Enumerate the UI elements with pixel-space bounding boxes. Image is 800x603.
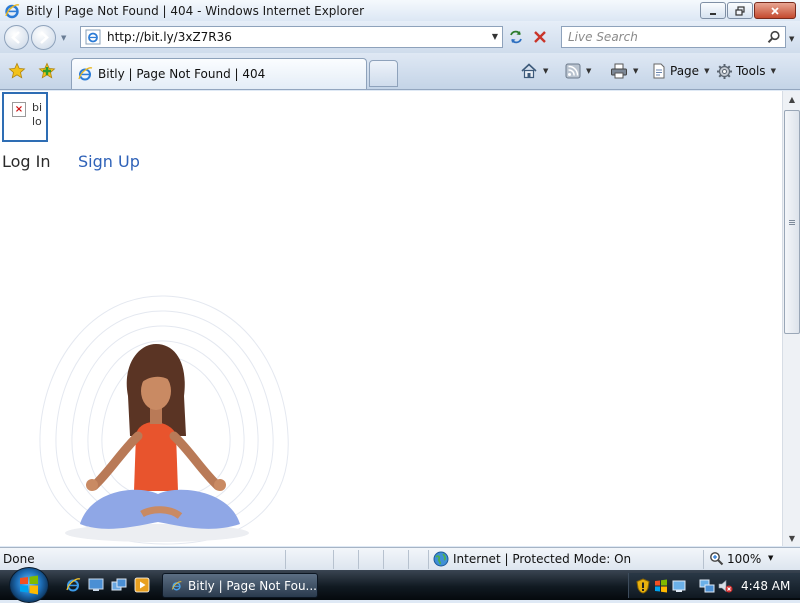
print-button[interactable]: ▼ [610, 62, 638, 80]
broken-image-icon: × [12, 102, 26, 117]
restore-button[interactable] [727, 2, 753, 19]
tools-menu-button[interactable]: Tools ▼ [716, 62, 776, 80]
restore-icon [735, 5, 745, 16]
url-text[interactable]: http://bit.ly/3xZ7R36 [107, 30, 232, 44]
show-desktop-icon[interactable] [88, 577, 104, 593]
zoom-control[interactable]: 100% [709, 551, 761, 566]
tab-command-row: Bitly | Page Not Found | 404 ▼ ▼ ▼ Page [0, 53, 800, 90]
print-icon [611, 63, 627, 79]
back-button[interactable] [4, 25, 29, 50]
ie-quicklaunch-icon[interactable] [65, 577, 81, 593]
stop-button[interactable] [530, 28, 550, 46]
zoom-magnifier-icon [710, 552, 724, 566]
refresh-button[interactable] [506, 28, 526, 46]
forward-arrow-icon [40, 31, 49, 44]
zoom-level: 100% [727, 551, 762, 566]
zoom-dropdown-icon[interactable]: ▼ [768, 554, 773, 562]
scroll-thumb[interactable] [784, 110, 800, 334]
taskbar-window-label: Bitly | Page Not Fou... [188, 578, 317, 593]
search-input[interactable]: Live Search [568, 30, 767, 44]
meditation-illustration [39, 295, 289, 545]
stop-icon [534, 31, 546, 43]
page-dropdown-icon[interactable]: ▼ [704, 67, 709, 75]
home-dropdown-icon[interactable]: ▼ [543, 67, 548, 75]
taskbar: Bitly | Page Not Fou... 4:48 AM [0, 567, 800, 603]
add-favorites-icon[interactable] [38, 62, 56, 80]
status-divider [703, 550, 704, 569]
feeds-dropdown-icon[interactable]: ▼ [586, 67, 591, 75]
new-tab-button[interactable] [369, 60, 398, 87]
signup-link[interactable]: Sign Up [78, 152, 140, 171]
minimize-icon [710, 12, 716, 15]
search-icon[interactable] [767, 30, 781, 44]
home-button[interactable]: ▼ [520, 62, 548, 80]
tab-label: Bitly | Page Not Found | 404 [98, 67, 266, 81]
feeds-icon [565, 63, 581, 79]
search-box[interactable]: Live Search [561, 26, 786, 48]
network-icon[interactable] [699, 578, 715, 594]
close-button[interactable] [754, 2, 796, 19]
tools-menu-label: Tools [736, 64, 766, 78]
tools-gear-icon [717, 63, 732, 79]
back-arrow-icon [11, 31, 20, 44]
logo-alt-text: bi lo [32, 101, 43, 128]
recent-pages-dropdown-icon[interactable]: ▼ [61, 34, 66, 42]
security-zone[interactable]: Internet | Protected Mode: On [433, 551, 631, 567]
title-bar: Bitly | Page Not Found | 404 - Windows I… [0, 0, 800, 21]
taskbar-ie-window-button[interactable]: Bitly | Page Not Fou... [162, 573, 318, 598]
address-row: ▼ http://bit.ly/3xZ7R36 ▼ Live Search ▼ [0, 21, 800, 53]
status-divider [285, 550, 286, 569]
close-icon [771, 6, 779, 15]
media-player-icon[interactable] [134, 577, 150, 593]
address-dropdown-icon[interactable]: ▼ [492, 32, 498, 41]
grip-icon [789, 219, 795, 225]
feeds-button[interactable]: ▼ [565, 62, 591, 80]
favorites-star-icon[interactable] [8, 62, 26, 80]
tools-dropdown-icon[interactable]: ▼ [771, 67, 776, 75]
page-icon [653, 63, 665, 79]
page-menu-label: Page [670, 64, 700, 78]
forward-button[interactable] [31, 25, 56, 50]
ie-page-icon [85, 29, 101, 45]
print-dropdown-icon[interactable]: ▼ [633, 67, 638, 75]
refresh-icon [510, 30, 522, 44]
ie-logo-icon [171, 580, 182, 590]
globe-icon [433, 551, 449, 567]
login-link[interactable]: Log In [2, 152, 51, 171]
zone-text: Internet | Protected Mode: On [453, 552, 632, 566]
status-text: Done [3, 552, 35, 566]
tab-bitly[interactable]: Bitly | Page Not Found | 404 [71, 58, 367, 89]
start-button[interactable] [9, 567, 49, 603]
notification-icon[interactable] [671, 578, 687, 594]
page-content: × bi lo Log In Sign Up [0, 91, 782, 546]
windows-update-icon[interactable] [653, 578, 669, 594]
bitly-logo-broken-image[interactable]: × bi lo [2, 92, 48, 142]
address-bar[interactable]: http://bit.ly/3xZ7R36 ▼ [80, 26, 503, 48]
home-icon [521, 63, 537, 79]
status-bar: Done Internet | Protected Mode: On 100% … [0, 547, 800, 570]
status-divider [408, 550, 409, 569]
search-options-dropdown-icon[interactable]: ▼ [789, 35, 794, 43]
vertical-scrollbar[interactable]: ▲ ▼ [782, 91, 800, 546]
scroll-up-icon[interactable]: ▲ [784, 91, 800, 107]
status-divider [428, 550, 429, 569]
windows-orb-icon [20, 575, 38, 595]
speaker-muted-icon[interactable] [717, 578, 733, 594]
status-divider [333, 550, 334, 569]
status-divider [383, 550, 384, 569]
minimize-button[interactable] [700, 2, 726, 19]
system-tray: 4:48 AM [628, 573, 800, 598]
clock[interactable]: 4:48 AM [741, 579, 790, 593]
ie-logo-icon [5, 3, 20, 18]
switch-windows-icon[interactable] [111, 577, 127, 593]
scroll-down-icon[interactable]: ▼ [784, 530, 800, 546]
ie-page-icon [78, 67, 93, 81]
security-shield-icon[interactable] [635, 578, 651, 594]
status-divider [358, 550, 359, 569]
page-menu-button[interactable]: Page ▼ [651, 62, 709, 80]
window-title: Bitly | Page Not Found | 404 - Windows I… [26, 3, 365, 18]
